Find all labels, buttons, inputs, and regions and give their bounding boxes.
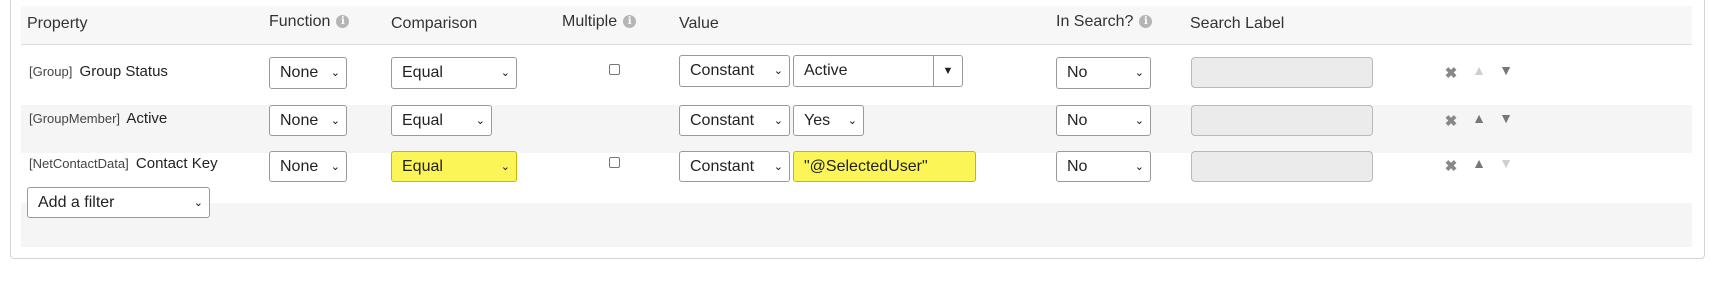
move-up-icon[interactable]: ▲ bbox=[1471, 155, 1487, 171]
comparison-select[interactable]: Equal ⌄ bbox=[391, 105, 492, 136]
search-label-input[interactable] bbox=[1191, 151, 1373, 182]
value-type-value: Constant bbox=[690, 62, 755, 79]
header-multiple-label: Multiple bbox=[562, 13, 618, 30]
comparison-value: Equal bbox=[402, 112, 443, 129]
comparison-select[interactable]: Equal ⌄ bbox=[391, 57, 517, 89]
header-property: Property bbox=[27, 15, 88, 32]
property-name: Contact Key bbox=[135, 155, 218, 172]
chevron-down-icon: ⌄ bbox=[1134, 115, 1144, 127]
function-select[interactable]: None ⌄ bbox=[269, 151, 347, 182]
chevron-down-icon: ⌄ bbox=[500, 161, 510, 173]
value-type-value: Constant bbox=[690, 158, 755, 175]
header-value: Value bbox=[679, 15, 719, 32]
header-in-search-label: In Search? bbox=[1056, 13, 1134, 30]
in-search-select[interactable]: No ⌄ bbox=[1056, 57, 1151, 89]
comparison-value: Equal bbox=[402, 64, 443, 81]
property-entity: [GroupMember] bbox=[29, 111, 121, 126]
chevron-down-icon: ⌄ bbox=[847, 115, 857, 127]
chevron-down-icon: ⌄ bbox=[500, 67, 510, 79]
comparison-value: Equal bbox=[402, 158, 443, 175]
chevron-down-icon: ⌄ bbox=[773, 65, 783, 77]
function-select[interactable]: None ⌄ bbox=[269, 105, 347, 136]
property-name: Active bbox=[126, 110, 168, 127]
value-input[interactable]: "@SelectedUser" bbox=[793, 151, 976, 182]
property-cell: [NetContactData] Contact Key bbox=[29, 155, 218, 172]
table-row: [GroupMember] Active None ⌄ Equal ⌄ Consta… bbox=[21, 105, 1692, 153]
function-value: None bbox=[280, 158, 319, 175]
in-search-value: No bbox=[1067, 158, 1088, 175]
header-function: Function i bbox=[269, 13, 350, 31]
remove-icon[interactable]: ✖ bbox=[1443, 157, 1459, 175]
move-down-icon[interactable]: ▼ bbox=[1498, 110, 1514, 126]
search-label-input[interactable] bbox=[1191, 105, 1373, 136]
search-label-input[interactable] bbox=[1191, 57, 1373, 88]
property-cell: [Group] Group Status bbox=[29, 63, 168, 80]
function-value: None bbox=[280, 112, 319, 129]
value-type-value: Constant bbox=[690, 112, 755, 129]
chevron-down-icon: ⌄ bbox=[330, 161, 340, 173]
add-filter-row: Add a filter ⌄ bbox=[21, 187, 1692, 247]
function-select[interactable]: None ⌄ bbox=[269, 57, 347, 89]
header-in-search: In Search? i bbox=[1056, 13, 1153, 31]
move-up-icon[interactable]: ▲ bbox=[1471, 110, 1487, 126]
function-value: None bbox=[280, 64, 319, 81]
chevron-down-icon: ⌄ bbox=[475, 115, 485, 127]
in-search-select[interactable]: No ⌄ bbox=[1056, 151, 1151, 182]
table-row: [NetContactData] Contact Key None ⌄ Equal… bbox=[21, 151, 1692, 203]
remove-icon[interactable]: ✖ bbox=[1443, 112, 1459, 130]
property-cell: [GroupMember] Active bbox=[29, 110, 167, 127]
value-type-select[interactable]: Constant ⌄ bbox=[679, 55, 790, 87]
info-icon[interactable]: i bbox=[336, 15, 350, 28]
chevron-down-icon: ⌄ bbox=[1134, 67, 1144, 79]
value-text: "@SelectedUser" bbox=[804, 158, 928, 175]
caret-down-icon[interactable]: ▼ bbox=[933, 56, 962, 86]
value-text: Yes bbox=[804, 112, 831, 129]
chevron-down-icon: ⌄ bbox=[330, 115, 340, 127]
chevron-down-icon: ⌄ bbox=[1134, 161, 1144, 173]
header-function-label: Function bbox=[269, 13, 331, 30]
chevron-down-icon: ⌄ bbox=[773, 161, 783, 173]
table-header: Property Function i Comparison Multiple i … bbox=[21, 6, 1692, 45]
property-entity: [NetContactData] bbox=[29, 156, 129, 171]
value-combobox[interactable]: Active ▼ bbox=[793, 55, 963, 87]
header-multiple: Multiple i bbox=[562, 13, 637, 31]
value-text: Active bbox=[804, 62, 848, 79]
remove-icon[interactable]: ✖ bbox=[1443, 64, 1459, 82]
property-name: Group Status bbox=[79, 63, 168, 80]
comparison-select[interactable]: Equal ⌄ bbox=[391, 151, 517, 182]
info-icon[interactable]: i bbox=[623, 15, 637, 28]
chevron-down-icon: ⌄ bbox=[193, 197, 203, 209]
property-entity: [Group] bbox=[29, 64, 73, 79]
header-search-label: Search Label bbox=[1190, 15, 1285, 32]
in-search-value: No bbox=[1067, 64, 1088, 81]
move-down-icon[interactable]: ▼ bbox=[1498, 62, 1514, 78]
filter-table: Property Function i Comparison Multiple i … bbox=[21, 6, 1692, 247]
add-filter-select[interactable]: Add a filter ⌄ bbox=[27, 187, 210, 218]
multiple-checkbox[interactable] bbox=[609, 64, 620, 75]
in-search-select[interactable]: No ⌄ bbox=[1056, 105, 1151, 136]
chevron-down-icon: ⌄ bbox=[773, 115, 783, 127]
table-row: [Group] Group Status None ⌄ Equal ⌄ Consta… bbox=[21, 45, 1692, 105]
multiple-checkbox[interactable] bbox=[609, 157, 620, 168]
add-filter-label: Add a filter bbox=[38, 194, 115, 211]
move-up-icon: ▲ bbox=[1472, 62, 1486, 78]
chevron-down-icon: ⌄ bbox=[330, 67, 340, 79]
in-search-value: No bbox=[1067, 112, 1088, 129]
value-type-select[interactable]: Constant ⌄ bbox=[679, 151, 790, 182]
value-type-select[interactable]: Constant ⌄ bbox=[679, 105, 790, 136]
info-icon[interactable]: i bbox=[1139, 15, 1153, 28]
move-down-icon: ▼ bbox=[1499, 155, 1513, 171]
header-comparison: Comparison bbox=[391, 15, 478, 32]
value-select[interactable]: Yes ⌄ bbox=[793, 105, 864, 136]
